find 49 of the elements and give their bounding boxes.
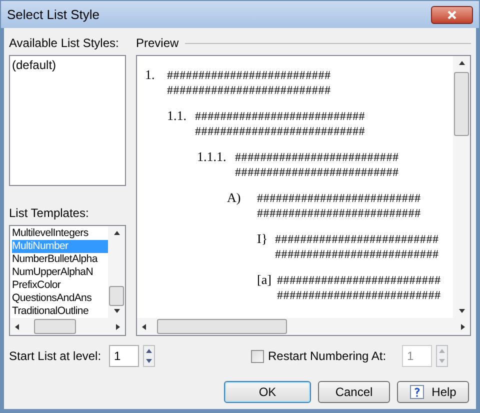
window-title: Select List Style <box>7 6 100 24</box>
placeholder-text: ########################### <box>195 109 366 124</box>
vertical-scrollbar[interactable] <box>108 226 125 318</box>
list-item[interactable]: MultilevelIntegers <box>12 226 108 240</box>
list-item[interactable]: (default) <box>12 58 123 72</box>
list-marker: 1.1.1. <box>197 150 228 164</box>
placeholder-text: ########################## <box>167 68 331 83</box>
styles-list[interactable]: (default) <box>9 55 126 186</box>
placeholder-text: ########################## <box>235 150 399 165</box>
list-item[interactable]: NumUpperAlphaN <box>12 266 108 279</box>
close-button[interactable] <box>431 6 473 24</box>
list-marker: I} <box>257 232 269 246</box>
placeholder-text: ########################### <box>195 124 366 139</box>
templates-list[interactable]: MultilevelIntegers MultiNumber NumberBulletAlpha NumUpperAlphaN PrefixColor QuestionsAndAns TraditionalOutline <box>9 224 126 336</box>
vertical-scrollbar[interactable] <box>453 56 470 318</box>
group-label: Preview <box>136 35 179 52</box>
field-label: List Templates: <box>9 204 90 222</box>
list-marker: 1.1. <box>167 109 188 123</box>
field-label: Start List at level: <box>9 348 102 365</box>
list-marker: 1. <box>145 68 156 82</box>
list-item[interactable]: TraditionalOutline <box>12 304 108 318</box>
placeholder-text: ########################## <box>275 247 439 262</box>
help-button[interactable]: Help <box>397 381 469 403</box>
spin-buttons[interactable] <box>143 345 155 367</box>
placeholder-text: ########################## <box>275 232 439 247</box>
horizontal-scrollbar[interactable] <box>10 318 125 335</box>
placeholder-text: ########################## <box>277 288 441 303</box>
checkbox-label: Restart Numbering At: <box>268 348 388 365</box>
placeholder-text: ########################## <box>257 191 421 206</box>
list-item[interactable]: PrefixColor <box>12 278 108 292</box>
placeholder-text: ########################## <box>277 273 441 288</box>
placeholder-text: ########################## <box>257 206 421 221</box>
dialog-button[interactable]: Cancel <box>318 381 390 403</box>
placeholder-text: ########################## <box>235 165 399 180</box>
level-field[interactable]: 1 <box>109 345 139 367</box>
dialog-button[interactable]: OK <box>224 381 311 403</box>
scroll-thumb[interactable] <box>34 319 76 334</box>
horizontal-scrollbar[interactable] <box>137 318 470 335</box>
placeholder-text: ########################## <box>167 83 331 98</box>
scroll-thumb[interactable] <box>157 319 287 334</box>
list-marker: A) <box>227 191 242 205</box>
field-label: Available List Styles: <box>9 35 120 52</box>
list-item[interactable]: NumberBulletAlpha <box>12 252 108 266</box>
scroll-thumb[interactable] <box>109 286 124 306</box>
scroll-thumb[interactable] <box>454 72 469 136</box>
list-item[interactable]: QuestionsAndAns <box>12 292 108 305</box>
close-icon <box>447 10 457 20</box>
help-icon <box>410 385 424 399</box>
list-marker: [a] <box>257 273 272 287</box>
